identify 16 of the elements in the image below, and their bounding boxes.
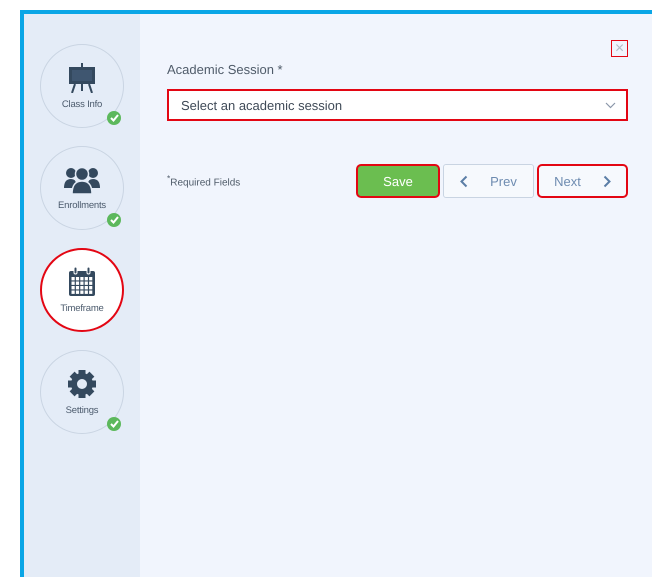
session-dropdown[interactable]: Select an academic session — [167, 89, 628, 121]
step-button[interactable]: Settings — [40, 350, 124, 434]
step-button[interactable]: Enrollments — [40, 146, 124, 230]
field-label: Academic Session * — [167, 62, 284, 77]
gear-icon — [67, 368, 97, 398]
chevron-down-icon — [605, 102, 616, 108]
easel-icon — [69, 62, 95, 92]
step-button[interactable]: Class Info — [40, 44, 124, 128]
next-button[interactable]: Next — [537, 164, 628, 198]
chevron-left-icon — [460, 174, 468, 188]
calendar-icon — [68, 266, 96, 296]
step-button[interactable]: Timeframe — [40, 248, 124, 332]
prev-button[interactable]: Prev — [443, 164, 534, 198]
chevron-right-icon — [602, 174, 611, 188]
required-fields-note: $^{*}$Required Fields — [167, 173, 240, 189]
people-icon — [64, 166, 100, 194]
